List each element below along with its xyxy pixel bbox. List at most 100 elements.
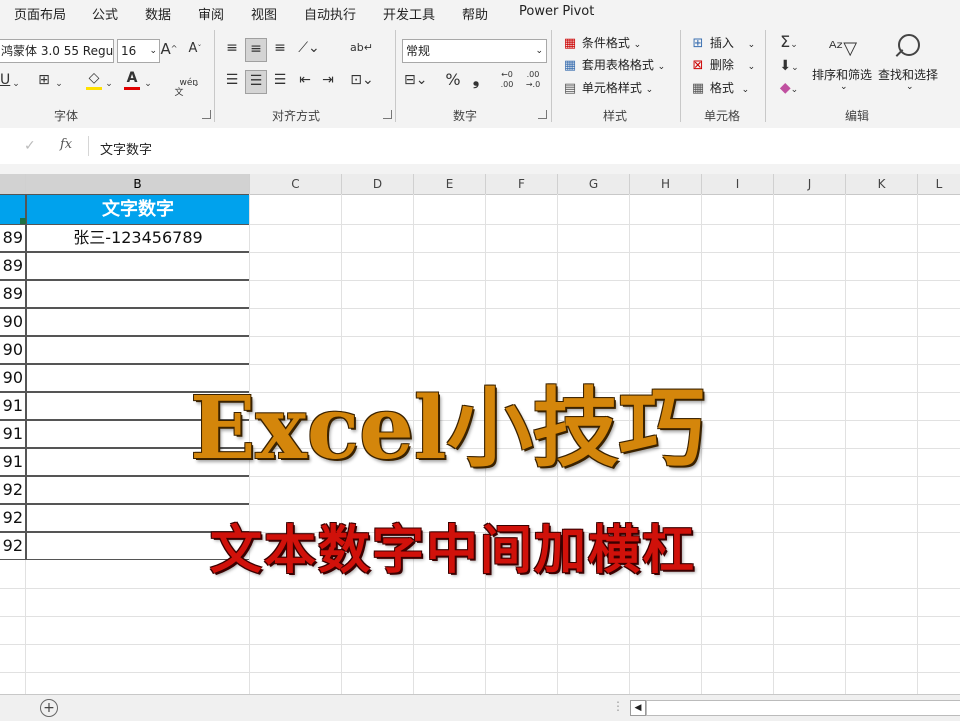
font-size-value: 16 — [121, 44, 137, 58]
formula-input[interactable]: 文字数字 — [100, 139, 152, 158]
menu-formulas[interactable]: 公式 — [92, 4, 118, 23]
menu-automate[interactable]: 自动执行 — [304, 4, 356, 23]
align-right-button[interactable]: ☰ — [270, 70, 290, 92]
align-bottom-button[interactable]: ≡ — [270, 38, 290, 60]
font-dialog-launcher-icon[interactable] — [202, 110, 211, 119]
column-header-i[interactable]: I — [702, 174, 774, 195]
column-header-b[interactable]: B — [26, 174, 250, 195]
sort-filter-button[interactable]: ᴬᶻ▽ 排序和筛选 ⌄ — [812, 32, 874, 102]
menu-review[interactable]: 审阅 — [198, 4, 224, 23]
column-header-j[interactable]: J — [774, 174, 846, 195]
insert-function-icon[interactable]: fx — [60, 137, 72, 152]
scroll-left-icon[interactable]: ◀ — [630, 700, 646, 716]
borders-icon: ⊞ — [38, 72, 50, 88]
horizontal-scrollbar[interactable] — [646, 700, 960, 716]
menu-developer[interactable]: 开发工具 — [383, 4, 435, 23]
overlay-title: Excel小技巧 — [190, 378, 705, 479]
borders-button[interactable]: ⊞ — [34, 70, 54, 92]
chevron-down-icon: ⌄ — [747, 40, 756, 50]
menu-help[interactable]: 帮助 — [462, 4, 488, 23]
menu-page-layout[interactable]: 页面布局 — [14, 4, 66, 23]
menu-data[interactable]: 数据 — [145, 4, 171, 23]
find-select-button[interactable]: 查找和选择 ⌄ — [878, 32, 940, 102]
font-size-box[interactable]: 16 ⌄ — [117, 39, 160, 63]
format-as-table-button[interactable]: ▦ 套用表格格式 ⌄ — [562, 56, 665, 76]
increase-indent-button[interactable]: ⇥ — [318, 70, 338, 92]
percent-button[interactable]: % — [444, 70, 462, 92]
column-header-d[interactable]: D — [342, 174, 414, 195]
column-header-e[interactable]: E — [414, 174, 486, 195]
menu-view[interactable]: 视图 — [251, 4, 277, 23]
align-left-button[interactable]: ☰ — [222, 70, 242, 92]
comma-button[interactable]: ❟ — [468, 70, 484, 92]
insert-cells-button[interactable]: ⊞ 插入 ⌄ — [690, 34, 756, 54]
clear-button[interactable]: ◆⌄ — [774, 78, 804, 98]
align-center-icon: ☰ — [249, 73, 263, 89]
column-header-l[interactable]: L — [918, 174, 960, 195]
insert-icon: ⊞ — [692, 36, 704, 51]
increase-decimal-button[interactable]: ←0 .00 — [496, 70, 518, 94]
font-name-box[interactable]: 鸿蒙体 3.0 55 Regu — [0, 39, 114, 63]
column-header-c[interactable]: C — [250, 174, 342, 195]
column-header-h[interactable]: H — [630, 174, 702, 195]
column-header-g[interactable]: G — [558, 174, 630, 195]
menu-bar: 页面布局 公式 数据 审阅 视图 自动执行 开发工具 帮助 Power Pivo… — [0, 0, 960, 24]
chevron-down-icon: ⌄ — [105, 79, 113, 89]
sort-filter-icon: ᴬᶻ▽ — [828, 38, 858, 59]
number-format-box[interactable]: 常规 ⌄ — [402, 39, 547, 63]
format-cells-button[interactable]: ▦ 格式 ⌄ — [690, 79, 749, 99]
align-middle-button[interactable]: ≡ — [245, 38, 267, 62]
comma-icon: ❟ — [472, 70, 480, 89]
delete-cells-button[interactable]: ⊠ 删除 ⌄ — [690, 56, 756, 76]
font-grow-button[interactable]: A^ — [160, 39, 178, 61]
cancel-entry-icon[interactable]: ✓ — [24, 138, 36, 154]
chevron-down-icon: ⌄ — [12, 79, 20, 89]
decrease-decimal-icon: .00 →.0 — [525, 70, 541, 89]
underline-button[interactable]: U — [0, 70, 10, 92]
format-icon: ▦ — [691, 81, 705, 96]
column-header-a[interactable] — [0, 174, 26, 195]
column-header-f[interactable]: F — [486, 174, 558, 195]
autosum-button[interactable]: Σ⌄ — [774, 32, 804, 52]
accounting-format-button[interactable]: ⊟⌄ — [404, 70, 428, 92]
number-dialog-launcher-icon[interactable] — [538, 110, 547, 119]
alignment-dialog-launcher-icon[interactable] — [383, 110, 392, 119]
group-label-alignment: 对齐方式 — [271, 109, 321, 123]
phonetic-button[interactable]: wén 文 — [168, 68, 198, 98]
decrease-indent-button[interactable]: ⇤ — [295, 70, 315, 92]
align-center-button[interactable]: ☰ — [245, 70, 267, 94]
currency-icon: ⊟⌄ — [404, 72, 428, 88]
font-shrink-button[interactable]: Aˇ — [186, 39, 204, 61]
formula-bar: ✓ fx 文字数字 — [0, 128, 960, 165]
fill-color-button[interactable]: ◇ — [84, 68, 104, 90]
menu-power-pivot[interactable]: Power Pivot — [519, 4, 594, 19]
font-name-value: 鸿蒙体 3.0 55 Regu — [1, 44, 114, 58]
cell-styles-icon: ▤ — [563, 81, 577, 96]
column-header-k[interactable]: K — [846, 174, 918, 195]
fill-button[interactable]: ⬇⌄ — [774, 56, 804, 76]
add-sheet-icon[interactable]: + — [40, 699, 58, 717]
cell-styles-button[interactable]: ▤ 单元格样式 ⌄ — [562, 79, 653, 99]
paint-bucket-icon: ◇ — [88, 70, 100, 86]
grid-top-gap — [0, 164, 960, 174]
chevron-down-icon: ⌄ — [906, 82, 914, 92]
orientation-button[interactable]: ⟋⌄ — [296, 38, 322, 60]
font-color-button[interactable]: A — [122, 68, 142, 90]
align-top-button[interactable]: ≡ — [222, 38, 242, 60]
formula-separator — [88, 136, 89, 156]
chevron-down-icon: ⌄ — [747, 62, 756, 72]
more-options-icon[interactable]: ⋮ — [612, 699, 624, 713]
decrease-decimal-button[interactable]: .00 →.0 — [522, 70, 544, 94]
ribbon: 鸿蒙体 3.0 55 Regu 16 ⌄ A^ Aˇ U ⌄ ⊞ ⌄ ◇ ⌄ A… — [0, 24, 960, 129]
group-separator — [395, 30, 396, 122]
wrap-text-button[interactable]: ab↵ — [350, 38, 373, 60]
group-label-font: 字体 — [53, 109, 79, 123]
group-separator — [214, 30, 215, 122]
chevron-down-icon: ⌄ — [55, 79, 63, 89]
merge-center-button[interactable]: ⊡⌄ — [348, 70, 376, 92]
format-table-icon: ▦ — [563, 58, 577, 73]
conditional-format-button[interactable]: ▦ 条件格式 ⌄ — [562, 34, 641, 54]
group-separator — [680, 30, 681, 122]
align-bottom-icon: ≡ — [274, 40, 286, 56]
number-format-value: 常规 — [406, 44, 431, 58]
